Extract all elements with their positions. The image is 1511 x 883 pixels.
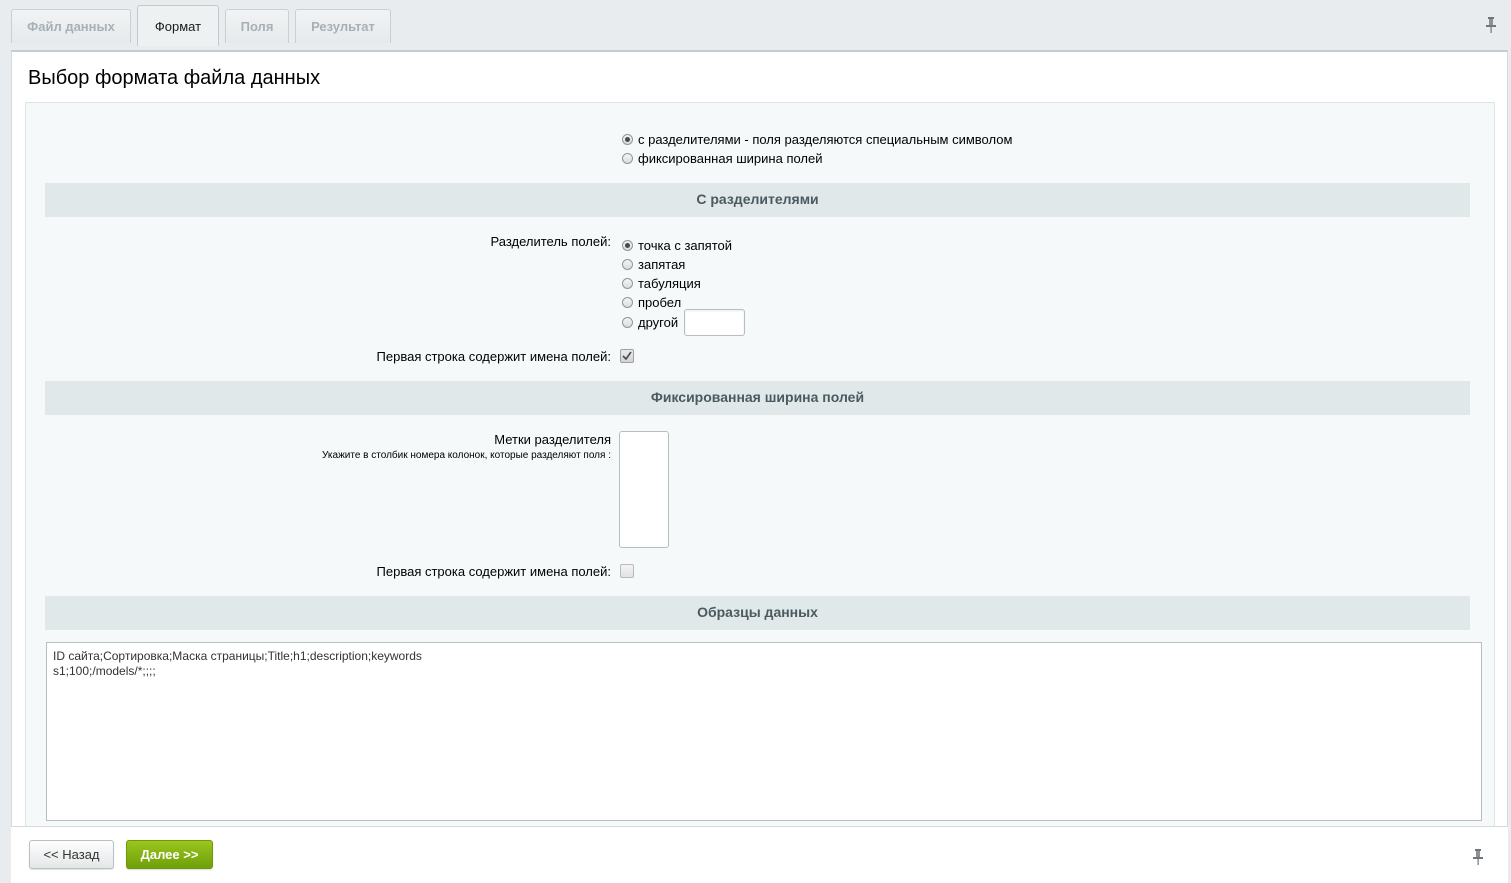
separator-option-label: пробел [638,295,682,310]
radio-button[interactable] [622,134,633,145]
first-row-checkbox-delimited[interactable] [620,349,634,363]
first-row-label-fixed: Первая строка содержит имена полей: [376,564,611,579]
separator-comma[interactable]: запятая [622,257,685,272]
first-row-label-delimited: Первая строка содержит имена полей: [376,349,611,364]
section-fixed-header: Фиксированная ширина полей [45,381,1470,415]
format-option-label: фиксированная ширина полей [638,151,823,166]
separator-option-label: запятая [638,257,686,272]
separator-space[interactable]: пробел [622,295,681,310]
next-button[interactable]: Далее >> [126,840,213,869]
marks-hint: Укажите в столбик номера колонок, которы… [322,450,611,461]
marks-textarea[interactable] [619,431,669,548]
radio-button[interactable] [622,240,633,251]
other-separator-input[interactable] [684,309,745,336]
pin-icon[interactable] [1484,16,1498,34]
radio-button[interactable] [622,153,633,164]
separator-tab[interactable]: табуляция [622,276,701,291]
radio-button[interactable] [622,259,633,270]
tab-bar: Файл данных Формат Поля Результат [0,0,1511,46]
tab-format[interactable]: Формат [137,5,219,46]
samples-textarea[interactable]: ID сайта;Сортировка;Маска страницы;Title… [46,642,1482,821]
separator-option-label: табуляция [638,276,701,291]
first-row-checkbox-fixed[interactable] [620,564,634,578]
separator-label: Разделитель полей: [490,234,611,249]
section-samples-header: Образцы данных [45,596,1470,630]
form-area: с разделителями - поля разделяются специ… [25,102,1495,842]
section-delimited-header: С разделителями [45,183,1470,217]
radio-button[interactable] [622,278,633,289]
checkmark-icon [622,351,632,361]
format-option-fixed[interactable]: фиксированная ширина полей [622,151,823,166]
format-option-label: с разделителями - поля разделяются специ… [638,132,1013,147]
separator-option-label: точка с запятой [638,238,733,253]
separator-option-label: другой [638,315,679,330]
back-button[interactable]: << Назад [29,840,114,869]
pin-icon[interactable] [1471,848,1485,866]
tab-data-file[interactable]: Файл данных [11,9,131,43]
separator-semicolon[interactable]: точка с запятой [622,238,732,253]
tab-fields[interactable]: Поля [225,9,289,43]
separator-other[interactable]: другой [622,315,678,330]
bottom-bar: << Назад Далее >> [11,826,1508,883]
format-option-delimited[interactable]: с разделителями - поля разделяются специ… [622,132,1012,147]
main-panel: Выбор формата файла данных с разделителя… [11,50,1508,842]
tab-result[interactable]: Результат [295,9,391,43]
radio-button[interactable] [622,297,633,308]
marks-label: Метки разделителя [494,432,611,447]
radio-button[interactable] [622,317,633,328]
page-title: Выбор формата файла данных [28,67,321,89]
